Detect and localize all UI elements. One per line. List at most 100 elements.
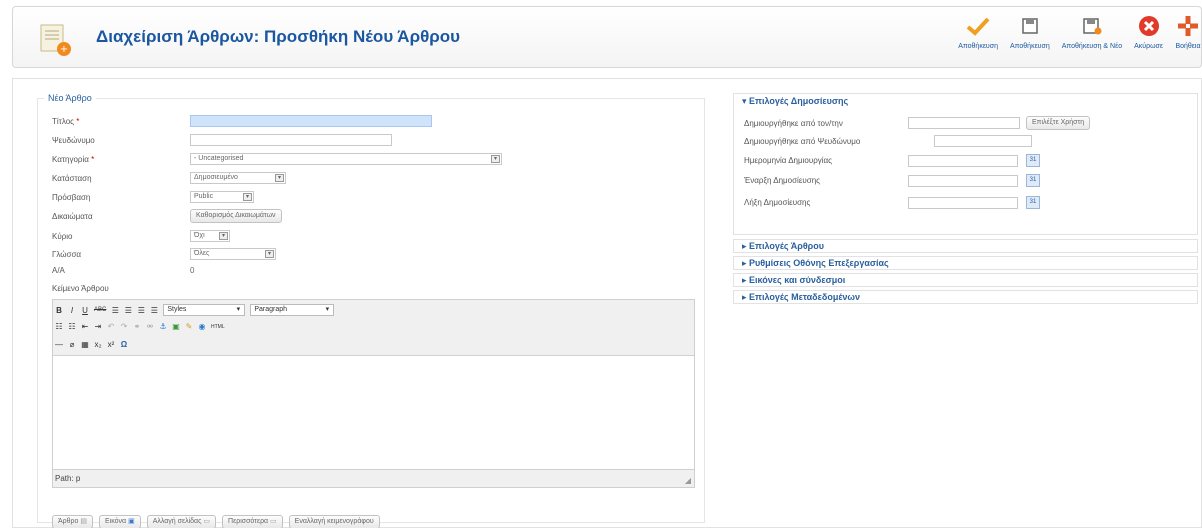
id-label: Α/Α <box>52 266 65 275</box>
created-alias-input[interactable] <box>934 135 1032 147</box>
image-button[interactable]: Εικόνα ▣ <box>99 515 141 528</box>
italic-button[interactable]: I <box>68 306 76 315</box>
chevron-down-icon: ▾ <box>265 250 274 258</box>
collapse-arrow-icon: ▸ <box>742 275 747 285</box>
align-left-icon[interactable]: ☰ <box>111 306 119 315</box>
save-button[interactable]: Αποθήκευση <box>1010 13 1050 63</box>
featured-select[interactable]: Όχι ▾ <box>190 230 230 242</box>
created-date-input[interactable] <box>908 154 1018 167</box>
align-justify-icon[interactable]: ☰ <box>150 306 158 315</box>
access-row: Πρόσβαση Public ▾ <box>52 191 254 203</box>
subscript-icon[interactable]: x₂ <box>94 340 102 349</box>
chevron-down-icon: ▾ <box>219 232 228 240</box>
alias-input[interactable] <box>190 134 392 146</box>
set-permissions-button[interactable]: Καθορισμός Δικαιωμάτων <box>190 209 282 223</box>
anchor-icon[interactable]: ⚓ <box>159 322 167 331</box>
title-row: Τίτλος * <box>52 115 432 127</box>
numbered-list-icon[interactable]: ☷ <box>68 322 76 331</box>
language-label: Γλώσσα <box>52 249 82 259</box>
article-text-label: Κείμενο Άρθρου <box>52 284 109 293</box>
language-select[interactable]: Όλες ▾ <box>190 248 276 260</box>
chevron-down-icon: ▾ <box>491 155 500 163</box>
created-date-label: Ημερομηνία Δημιουργίας <box>744 156 833 165</box>
article-button[interactable]: Άρθρο ▤ <box>52 515 94 528</box>
superscript-icon[interactable]: x² <box>107 340 115 349</box>
link-icon[interactable]: ⚭ <box>133 322 141 331</box>
bullet-list-icon[interactable]: ☷ <box>55 322 63 331</box>
accordion-images-links[interactable]: ▸ Εικόνες και σύνδεσμοι <box>733 273 1198 287</box>
editor-content-area[interactable] <box>53 356 694 469</box>
created-by-label: Δημιουργήθηκε από τον/την <box>744 118 843 128</box>
image-icon: ▣ <box>128 518 135 525</box>
publish-up-input[interactable] <box>908 174 1018 187</box>
cancel-button[interactable]: Ακύρωσε <box>1134 13 1163 63</box>
state-select[interactable]: Δημοσιευμένο ▾ <box>190 172 286 184</box>
underline-button[interactable]: U <box>81 306 89 315</box>
editor-buttons: Άρθρο ▤ Εικόνα ▣ Αλλαγή σελίδας ▭ Περισσ… <box>52 515 380 528</box>
chevron-down-icon: ▾ <box>236 306 241 313</box>
bold-button[interactable]: B <box>55 306 63 315</box>
chevron-down-icon: ▾ <box>243 193 252 201</box>
title-input[interactable] <box>190 115 432 127</box>
language-row: Γλώσσα Όλες ▾ <box>52 248 276 260</box>
outdent-icon[interactable]: ⇤ <box>81 322 89 331</box>
access-select[interactable]: Public ▾ <box>190 191 254 203</box>
calendar-icon[interactable]: 31 <box>1026 154 1040 167</box>
title-label: Τίτλος <box>52 116 75 126</box>
align-center-icon[interactable]: ☰ <box>124 306 132 315</box>
category-select[interactable]: - Uncategorised ▾ <box>190 153 502 165</box>
pagebreak-button[interactable]: Αλλαγή σελίδας ▭ <box>146 515 217 528</box>
accordion-editor-screen-settings[interactable]: ▸ Ρυθμίσεις Οθόνης Επεξεργασίας <box>733 256 1198 270</box>
chevron-down-icon: ▾ <box>275 174 284 182</box>
toolbar: Αποθήκευση Αποθήκευση Αποθήκευση & Νέο Α… <box>946 13 1201 63</box>
readmore-button[interactable]: Περισσότερα ▭ <box>222 515 283 528</box>
article-add-icon: + <box>37 21 75 59</box>
featured-row: Κύριο Όχι ▾ <box>52 230 230 242</box>
html-icon[interactable]: HTML <box>211 324 225 330</box>
resize-grip-icon[interactable]: ◢ <box>685 476 691 485</box>
format-select[interactable]: Paragraph ▾ <box>250 304 335 316</box>
redo-icon[interactable]: ↷ <box>120 322 128 331</box>
fieldset-legend: Νέο Άρθρο <box>48 93 92 103</box>
styles-select[interactable]: Styles ▾ <box>163 304 246 316</box>
align-right-icon[interactable]: ☰ <box>137 306 145 315</box>
horizontal-rule-icon[interactable]: — <box>55 340 63 349</box>
category-row: Κατηγορία * - Uncategorised ▾ <box>52 153 502 165</box>
remove-format-icon[interactable]: ⌀ <box>68 340 76 349</box>
main-content: Νέο Άρθρο Τίτλος * Ψευδώνυμο Κατηγορία *… <box>12 78 1202 528</box>
created-by-input[interactable] <box>908 117 1020 129</box>
publish-down-input[interactable] <box>908 196 1018 209</box>
alias-row: Ψευδώνυμο <box>52 134 392 146</box>
accordion-article-options[interactable]: ▸ Επιλογές Άρθρου <box>733 239 1198 253</box>
help-circle-icon[interactable]: ◉ <box>198 322 206 331</box>
cancel-icon <box>1136 13 1162 39</box>
calendar-icon[interactable]: 31 <box>1026 196 1040 209</box>
cleanup-icon[interactable]: ✎ <box>185 322 193 331</box>
image-icon[interactable]: ▣ <box>172 322 180 331</box>
visual-aid-icon[interactable]: ▦ <box>81 340 89 349</box>
publish-up-label: Έναρξη Δημοσίευσης <box>744 176 821 185</box>
calendar-icon[interactable]: 31 <box>1026 174 1040 187</box>
unlink-icon[interactable]: ⚮ <box>146 322 154 331</box>
alias-label: Ψευδώνυμο <box>52 135 95 145</box>
text-label-row: Κείμενο Άρθρου <box>52 284 190 293</box>
accordion-metadata-options[interactable]: ▸ Επιλογές Μεταδεδομένων <box>733 290 1198 304</box>
toggle-editor-button[interactable]: Εναλλαγή κειμενογράφου <box>288 515 380 528</box>
special-char-icon[interactable]: Ω <box>120 340 128 349</box>
strikethrough-button[interactable]: ABC <box>94 307 106 313</box>
collapse-arrow-icon: ▸ <box>742 258 747 268</box>
undo-icon[interactable]: ↶ <box>107 322 115 331</box>
featured-label: Κύριο <box>52 231 73 241</box>
help-button[interactable]: Βοήθεια <box>1175 13 1201 63</box>
state-label: Κατάσταση <box>52 173 92 183</box>
collapse-arrow-icon: ▸ <box>742 241 747 251</box>
publishing-options-header[interactable]: ▾ Επιλογές Δημοσίευσης <box>734 94 1197 109</box>
id-value: 0 <box>190 266 195 275</box>
indent-icon[interactable]: ⇥ <box>94 322 102 331</box>
pagebreak-icon: ▭ <box>203 518 211 525</box>
select-user-button[interactable]: Επιλέξτε Χρήστη <box>1026 116 1091 130</box>
apply-button[interactable]: Αποθήκευση <box>958 13 998 63</box>
publishing-options-panel: ▾ Επιλογές Δημοσίευσης Δημιουργήθηκε από… <box>733 93 1198 235</box>
save-new-button[interactable]: Αποθήκευση & Νέο <box>1062 13 1122 63</box>
state-row: Κατάσταση Δημοσιευμένο ▾ <box>52 172 286 184</box>
